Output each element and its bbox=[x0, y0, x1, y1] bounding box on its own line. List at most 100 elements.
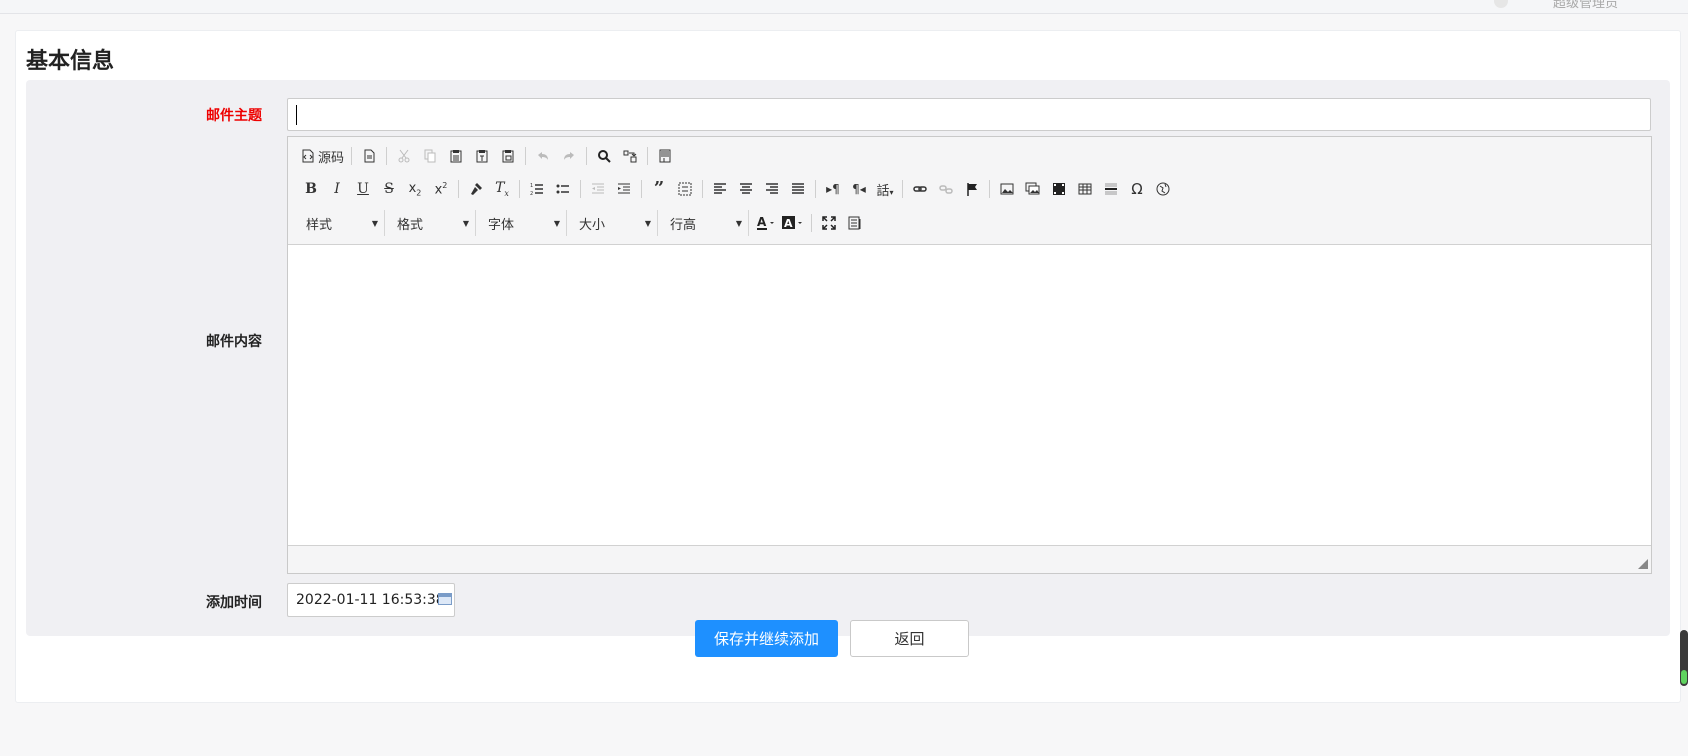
format-select[interactable]: 格式 ▼ bbox=[389, 210, 476, 236]
table-button[interactable] bbox=[1072, 176, 1098, 202]
redo-button[interactable] bbox=[556, 143, 582, 169]
subject-input[interactable] bbox=[287, 98, 1651, 131]
align-right-icon bbox=[766, 183, 778, 194]
language-button[interactable]: 話▾ bbox=[872, 176, 898, 202]
cut-button[interactable] bbox=[391, 143, 417, 169]
chevron-down-icon: ▼ bbox=[553, 218, 560, 228]
maximize-button[interactable] bbox=[816, 210, 842, 236]
toolbar-divider bbox=[815, 180, 816, 198]
bg-color-icon: A bbox=[782, 216, 802, 230]
align-justify-button[interactable] bbox=[785, 176, 811, 202]
iframe-button[interactable] bbox=[1150, 176, 1176, 202]
toolbar-divider bbox=[519, 180, 520, 198]
subscript-button[interactable]: x2 bbox=[402, 176, 428, 202]
style-select[interactable]: 样式 ▼ bbox=[298, 210, 385, 236]
paste-word-button[interactable] bbox=[495, 143, 521, 169]
calendar-icon[interactable] bbox=[438, 593, 452, 605]
copy-format-button[interactable] bbox=[463, 176, 489, 202]
font-select[interactable]: 字体 ▼ bbox=[480, 210, 567, 236]
show-blocks-button[interactable] bbox=[842, 210, 868, 236]
indent-icon bbox=[618, 183, 630, 194]
strike-button[interactable]: S bbox=[376, 176, 402, 202]
bg-color-button[interactable]: A bbox=[779, 210, 807, 236]
align-right-button[interactable] bbox=[759, 176, 785, 202]
format-select-label: 格式 bbox=[397, 217, 424, 233]
user-avatar[interactable] bbox=[1494, 0, 1508, 8]
horizontal-rule-button[interactable] bbox=[1098, 176, 1124, 202]
indent-button[interactable] bbox=[611, 176, 637, 202]
create-div-button[interactable] bbox=[672, 176, 698, 202]
rich-text-editor[interactable]: 源码 B I U S x2 x2 Tx 1 2 ” ▸¶ ¶◂ 話▾ Ω 样式 … bbox=[287, 136, 1652, 574]
horizontal-rule-icon bbox=[1105, 183, 1117, 195]
numbered-list-button[interactable]: 12 bbox=[524, 176, 550, 202]
toolbar-divider bbox=[458, 180, 459, 198]
chevron-down-icon: ▼ bbox=[462, 218, 469, 228]
undo-button[interactable] bbox=[530, 143, 556, 169]
svg-text:A: A bbox=[757, 216, 767, 229]
video-button[interactable] bbox=[1046, 176, 1072, 202]
blockquote-button[interactable]: ” bbox=[646, 176, 672, 202]
line-height-select[interactable]: 行高 ▼ bbox=[662, 210, 749, 236]
paste-text-button[interactable] bbox=[469, 143, 495, 169]
ltr-icon: ▸¶ bbox=[826, 182, 840, 196]
outdent-button[interactable] bbox=[585, 176, 611, 202]
back-button[interactable]: 返回 bbox=[850, 620, 969, 657]
page-scrollbar[interactable] bbox=[1680, 630, 1688, 686]
superscript-button[interactable]: x2 bbox=[428, 176, 454, 202]
find-button[interactable] bbox=[591, 143, 617, 169]
unlink-button[interactable] bbox=[933, 176, 959, 202]
toolbar-divider bbox=[586, 147, 588, 165]
anchor-button[interactable] bbox=[959, 176, 985, 202]
editor-content-area[interactable] bbox=[288, 245, 1651, 547]
link-icon bbox=[913, 186, 927, 192]
image-button[interactable] bbox=[994, 176, 1020, 202]
svg-text:1: 1 bbox=[530, 183, 533, 189]
bold-button[interactable]: B bbox=[298, 176, 324, 202]
multi-image-button[interactable] bbox=[1020, 176, 1046, 202]
underline-button[interactable]: U bbox=[350, 176, 376, 202]
blockquote-icon: ” bbox=[653, 178, 665, 199]
rtl-icon: ¶◂ bbox=[852, 182, 866, 196]
align-left-icon bbox=[714, 183, 726, 194]
text-color-button[interactable]: A bbox=[753, 210, 779, 236]
svg-text:A: A bbox=[784, 217, 793, 230]
subscript-icon: x2 bbox=[408, 180, 422, 198]
toolbar-row-3: 样式 ▼ 格式 ▼ 字体 ▼ 大小 ▼ 行高 ▼ A A bbox=[298, 209, 868, 237]
italic-button[interactable]: I bbox=[324, 176, 350, 202]
user-name[interactable]: 超级管理员 bbox=[1553, 0, 1618, 11]
toolbar-divider bbox=[525, 147, 527, 165]
template-button[interactable] bbox=[652, 143, 678, 169]
multi-image-icon bbox=[1025, 182, 1040, 195]
anchor-icon bbox=[967, 183, 977, 196]
align-left-button[interactable] bbox=[707, 176, 733, 202]
italic-icon: I bbox=[334, 181, 340, 197]
paste-word-icon bbox=[502, 150, 514, 163]
new-page-button[interactable] bbox=[356, 143, 382, 169]
replace-icon bbox=[623, 150, 637, 163]
source-label: 源码 bbox=[318, 150, 345, 166]
editor-status-bar bbox=[288, 545, 1651, 573]
copy-format-icon bbox=[471, 183, 482, 195]
toolbar-divider bbox=[351, 147, 353, 165]
align-center-button[interactable] bbox=[733, 176, 759, 202]
datetime-input[interactable]: 2022-01-11 16:53:38 bbox=[287, 583, 455, 617]
toolbar-divider bbox=[386, 147, 388, 165]
link-button[interactable] bbox=[907, 176, 933, 202]
paste-button[interactable] bbox=[443, 143, 469, 169]
replace-button[interactable] bbox=[617, 143, 643, 169]
remove-format-button[interactable]: Tx bbox=[489, 176, 515, 202]
ltr-button[interactable]: ▸¶ bbox=[820, 176, 846, 202]
bold-icon: B bbox=[305, 181, 317, 197]
source-button[interactable]: 源码 bbox=[298, 143, 347, 169]
rtl-button[interactable]: ¶◂ bbox=[846, 176, 872, 202]
toolbar-divider bbox=[580, 180, 581, 198]
remove-format-icon: Tx bbox=[495, 180, 509, 198]
special-char-button[interactable]: Ω bbox=[1124, 176, 1150, 202]
copy-button[interactable] bbox=[417, 143, 443, 169]
size-select[interactable]: 大小 ▼ bbox=[571, 210, 658, 236]
save-continue-button[interactable]: 保存并继续添加 bbox=[695, 620, 838, 657]
create-div-icon bbox=[678, 182, 692, 196]
resize-handle-icon[interactable] bbox=[1638, 559, 1648, 569]
bulleted-list-button[interactable] bbox=[550, 176, 576, 202]
toolbar-divider bbox=[647, 147, 649, 165]
